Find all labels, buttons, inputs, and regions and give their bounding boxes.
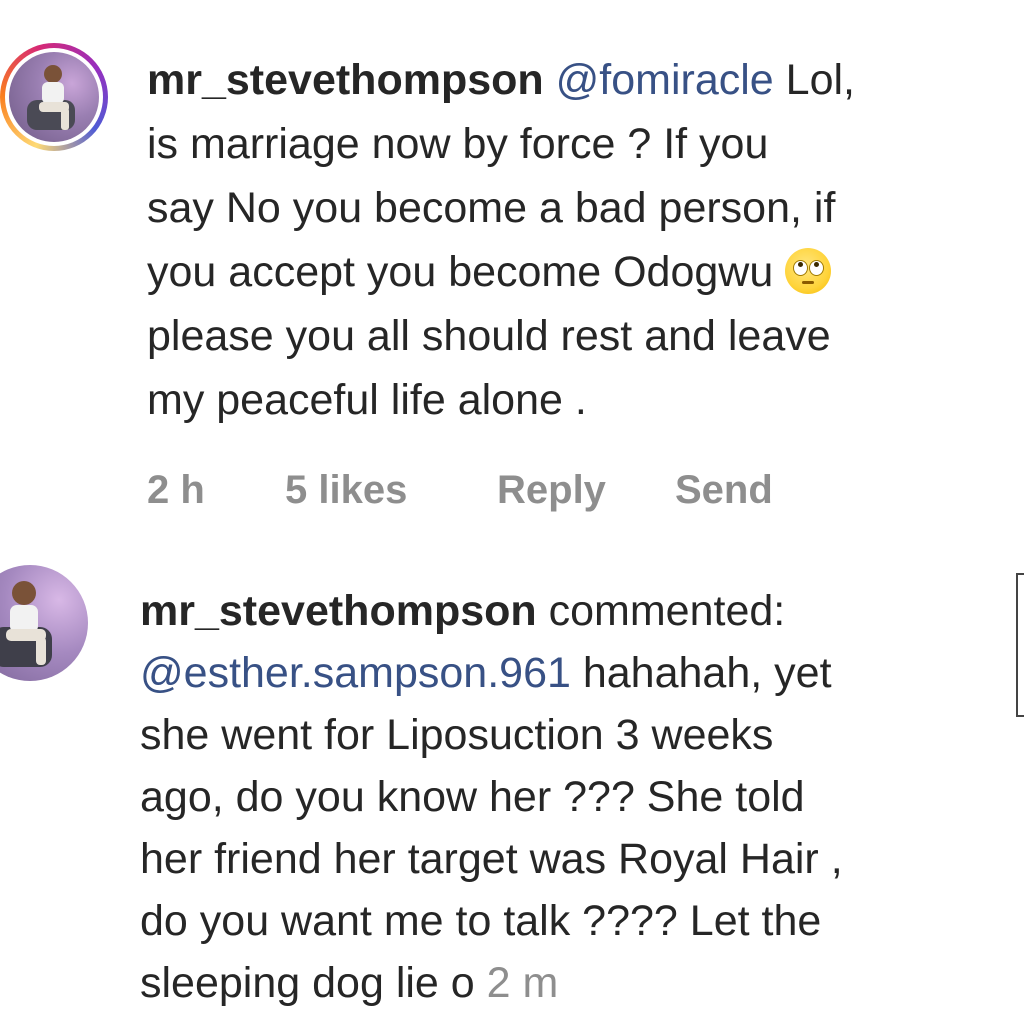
- comment-line: she went for Liposuction 3 weeks: [140, 711, 774, 759]
- comment-item: mr_stevethompson @fomiracle Lol, is marr…: [0, 0, 1024, 540]
- comment-line: her friend her target was Royal Hair ,: [140, 835, 843, 883]
- mention-link[interactable]: @esther.sampson.961: [140, 649, 571, 697]
- comment-line: say No you become a bad person, if: [147, 184, 836, 232]
- person-photo-icon: [0, 581, 52, 667]
- username[interactable]: mr_stevethompson: [147, 56, 544, 104]
- person-photo-icon: [27, 65, 75, 130]
- comment-verb: commented:: [536, 587, 786, 635]
- cropped-edge-frame: [1016, 573, 1024, 717]
- send-button[interactable]: Send: [675, 468, 773, 513]
- avatar: [9, 52, 99, 142]
- reply-button[interactable]: Reply: [497, 468, 675, 513]
- avatar[interactable]: [0, 565, 88, 681]
- comment-line: is marriage now by force ? If you: [147, 120, 769, 168]
- mention-link[interactable]: @fomiracle: [556, 56, 774, 104]
- comment-line: please you all should rest and leave: [147, 312, 831, 360]
- comment-meta: 2 h 5 likes Reply Send: [147, 462, 773, 518]
- comment-line: Lol,: [773, 56, 855, 104]
- comment-line: you accept you become Odogwu: [147, 248, 786, 296]
- comment-line: do you want me to talk ???? Let the: [140, 897, 822, 945]
- comment-text: mr_stevethompson commented: @esther.samp…: [140, 580, 1024, 1014]
- comment-item: mr_stevethompson commented: @esther.samp…: [0, 548, 1024, 1024]
- comment-line: sleeping dog lie o: [140, 959, 487, 1007]
- eye-roll-emoji-icon: [785, 248, 832, 294]
- comment-line: ago, do you know her ??? She told: [140, 773, 805, 821]
- likes-count[interactable]: 5 likes: [285, 468, 497, 513]
- comment-line: my peaceful life alone .: [147, 376, 587, 424]
- comment-line: hahahah, yet: [570, 649, 832, 697]
- avatar-story-ring[interactable]: [0, 43, 108, 151]
- username[interactable]: mr_stevethompson: [140, 587, 537, 635]
- comment-text: mr_stevethompson @fomiracle Lol, is marr…: [147, 48, 1024, 432]
- timestamp: 2 h: [147, 467, 205, 512]
- timestamp: 2 m: [486, 959, 559, 1007]
